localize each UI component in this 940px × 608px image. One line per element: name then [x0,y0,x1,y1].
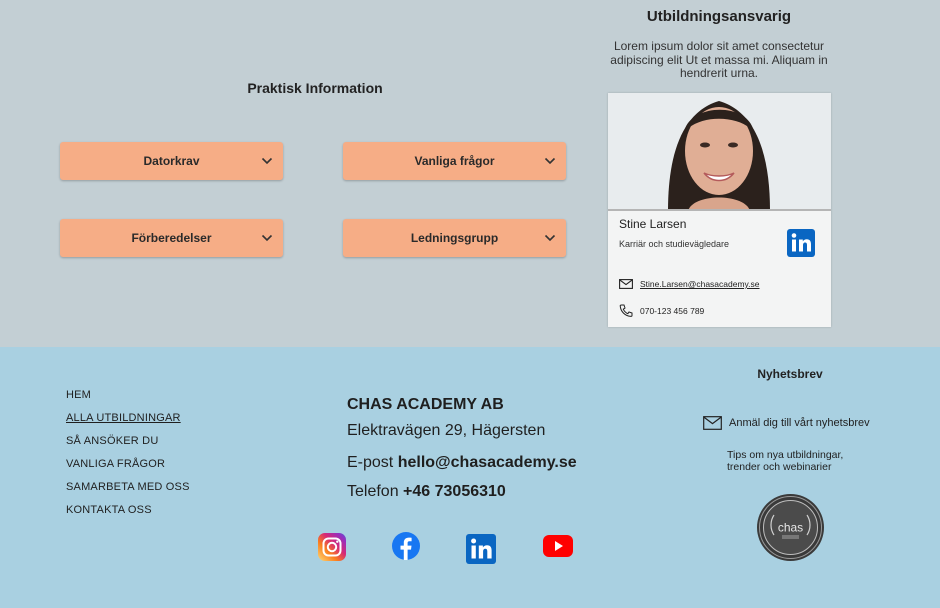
instagram-icon[interactable] [317,532,347,562]
company-email[interactable]: hello@chasacademy.se [398,454,577,471]
accordion-label: Vanliga frågor [414,154,495,168]
accordion-vanliga-fragor[interactable]: Vanliga frågor [343,142,566,180]
person-name: Stine Larsen [619,217,687,231]
profile-photo [608,93,831,211]
accordion-datorkrav[interactable]: Datorkrav [60,142,283,180]
company-address: Elektravägen 29, Hägersten [347,422,546,439]
person-role: Karriär och studievägledare [619,239,730,249]
contact-card: Stine Larsen Karriär och studievägledare… [608,93,831,327]
company-phone[interactable]: +46 73056310 [403,483,506,500]
portrait-image [608,93,831,209]
newsletter-tips: Tips om nya utbildningar, trender och we… [727,449,844,473]
nav-link-vanliga-fragor[interactable]: VANLIGA FRÅGOR [66,457,190,480]
phone-label: Telefon [347,483,399,500]
phone-icon [619,304,633,317]
youtube-icon[interactable] [542,533,574,559]
facebook-icon[interactable] [391,531,421,561]
phone-number: 070-123 456 789 [640,305,705,316]
newsletter-signup-link[interactable]: Anmäl dig till vårt nyhetsbrev [703,416,870,430]
linkedin-icon[interactable] [787,229,815,257]
nav-link-samarbeta[interactable]: SAMARBETA MED OSS [66,480,190,503]
email-link[interactable]: Stine.Larsen@chasacademy.se [640,279,760,289]
company-email-line: E-post hello@chasacademy.se [347,454,647,483]
chevron-down-icon [544,234,556,242]
accordion-label: Förberedelser [131,231,212,245]
phone-row: 070-123 456 789 [619,304,704,317]
footer-nav: HEM ALLA UTBILDNINGAR SÅ ANSÖKER DU VANL… [66,388,190,526]
linkedin-icon[interactable] [466,534,496,564]
accordion-label: Datorkrav [143,154,200,168]
chas-academy-badge: chas [757,494,824,561]
badge-text: chas [778,521,803,535]
responsible-title: Utbildningsansvarig [646,8,792,25]
company-phone-line: Telefon +46 73056310 [347,483,647,512]
practical-info-title: Praktisk Information [247,80,383,96]
nav-link-sa-ansoker-du[interactable]: SÅ ANSÖKER DU [66,434,190,457]
nav-link-kontakta[interactable]: KONTAKTA OSS [66,503,190,526]
newsletter-signup-label: Anmäl dig till vårt nyhetsbrev [729,417,870,429]
mail-icon [619,279,633,289]
company-name: CHAS ACADEMY AB [347,396,504,413]
mail-icon [703,416,722,430]
responsible-description: Lorem ipsum dolor sit amet consectetur a… [610,39,828,80]
accordion-label: Ledningsgrupp [410,231,499,245]
newsletter-title: Nyhetsbrev [757,367,823,381]
chevron-down-icon [261,234,273,242]
nav-link-alla-utbildningar[interactable]: ALLA UTBILDNINGAR [66,411,190,434]
email-label: E-post [347,454,394,471]
chevron-down-icon [544,157,556,165]
chevron-down-icon [261,157,273,165]
practical-info-section: Praktisk Information Datorkrav Vanliga f… [0,0,940,347]
company-info: CHAS ACADEMY AB Elektravägen 29, Hägerst… [347,396,647,512]
accordion-forberedelser[interactable]: Förberedelser [60,219,283,257]
accordion-ledningsgrupp[interactable]: Ledningsgrupp [343,219,566,257]
email-row: Stine.Larsen@chasacademy.se [619,279,760,289]
nav-link-hem[interactable]: HEM [66,388,190,411]
